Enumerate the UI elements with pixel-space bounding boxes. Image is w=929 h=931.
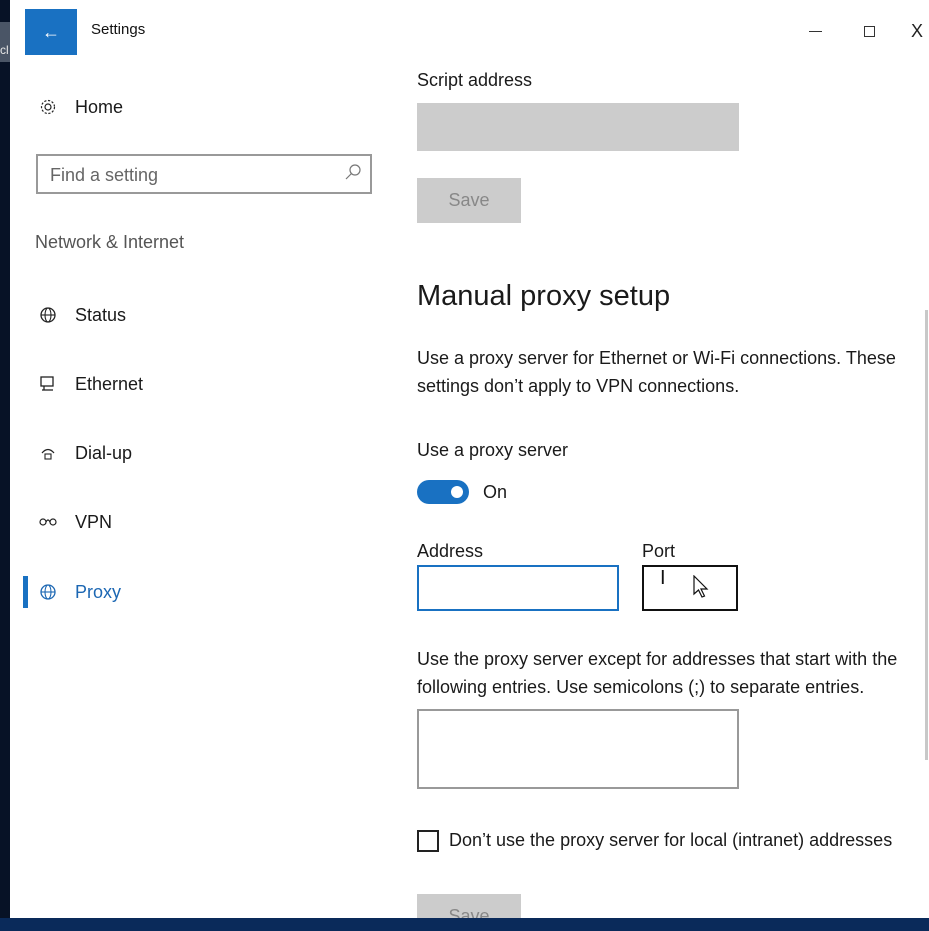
text-cursor-icon: I bbox=[660, 567, 666, 589]
sidebar-item-label: VPN bbox=[75, 511, 113, 532]
close-button[interactable]: X bbox=[902, 16, 929, 46]
script-address-label: Script address bbox=[417, 70, 533, 90]
proxy-save-button[interactable]: Save bbox=[417, 894, 521, 918]
globe-icon bbox=[38, 305, 58, 325]
gear-icon bbox=[38, 97, 58, 117]
desktop-edge: cl bbox=[0, 0, 10, 931]
close-icon: X bbox=[910, 20, 923, 41]
minimize-icon bbox=[808, 30, 822, 32]
local-bypass-checkbox[interactable] bbox=[417, 830, 439, 852]
script-address-input[interactable] bbox=[417, 103, 739, 151]
proxy-settings-panel: Script address Save Manual proxy setup U… bbox=[400, 62, 929, 918]
use-proxy-toggle[interactable] bbox=[417, 480, 469, 504]
exceptions-description: Use the proxy server except for addresse… bbox=[417, 649, 898, 697]
ethernet-icon bbox=[38, 374, 58, 394]
search-input[interactable] bbox=[38, 156, 352, 194]
address-label: Address bbox=[417, 541, 484, 561]
scrollbar[interactable] bbox=[925, 310, 928, 760]
back-arrow-icon: ← bbox=[42, 21, 60, 42]
section-label: Network & Internet bbox=[35, 232, 185, 252]
toggle-state-label: On bbox=[483, 482, 508, 502]
sidebar: Home Network & Internet Status bbox=[10, 62, 400, 918]
maximize-button[interactable] bbox=[854, 16, 884, 46]
mouse-pointer-icon bbox=[693, 574, 709, 604]
sidebar-item-label: Dial-up bbox=[75, 442, 133, 463]
title-bar: ← Settings X bbox=[10, 0, 929, 62]
manual-proxy-description: Use a proxy server for Ethernet or Wi-Fi… bbox=[417, 348, 896, 396]
manual-proxy-heading: Manual proxy setup bbox=[417, 280, 671, 312]
vpn-icon bbox=[38, 512, 58, 532]
port-label: Port bbox=[642, 541, 676, 561]
minimize-button[interactable] bbox=[800, 16, 830, 46]
local-bypass-label: Don’t use the proxy server for local (in… bbox=[449, 830, 893, 850]
exceptions-input[interactable] bbox=[417, 709, 739, 789]
settings-window: ← Settings X Home Find a setting Network… bbox=[10, 0, 929, 918]
taskbar-edge bbox=[0, 918, 929, 931]
globe-icon bbox=[38, 582, 58, 602]
sidebar-item-label: Proxy bbox=[75, 581, 122, 602]
search-icon bbox=[342, 162, 364, 184]
address-input[interactable] bbox=[417, 565, 619, 611]
window-title: Settings bbox=[91, 21, 146, 38]
use-proxy-label: Use a proxy server bbox=[417, 440, 569, 460]
sidebar-item-label: Ethernet bbox=[75, 373, 144, 394]
dialup-icon bbox=[38, 443, 58, 463]
script-save-button[interactable]: Save bbox=[417, 178, 521, 223]
maximize-icon bbox=[863, 25, 875, 37]
sidebar-item-label: Home bbox=[75, 96, 124, 117]
desktop-icon-label-fragment: cl bbox=[0, 43, 9, 57]
toggle-knob bbox=[451, 486, 463, 498]
search-field[interactable] bbox=[36, 154, 372, 194]
back-button[interactable]: ← bbox=[25, 9, 77, 55]
sidebar-item-label: Status bbox=[75, 304, 127, 325]
selected-indicator bbox=[23, 576, 28, 608]
port-input[interactable] bbox=[642, 565, 738, 611]
